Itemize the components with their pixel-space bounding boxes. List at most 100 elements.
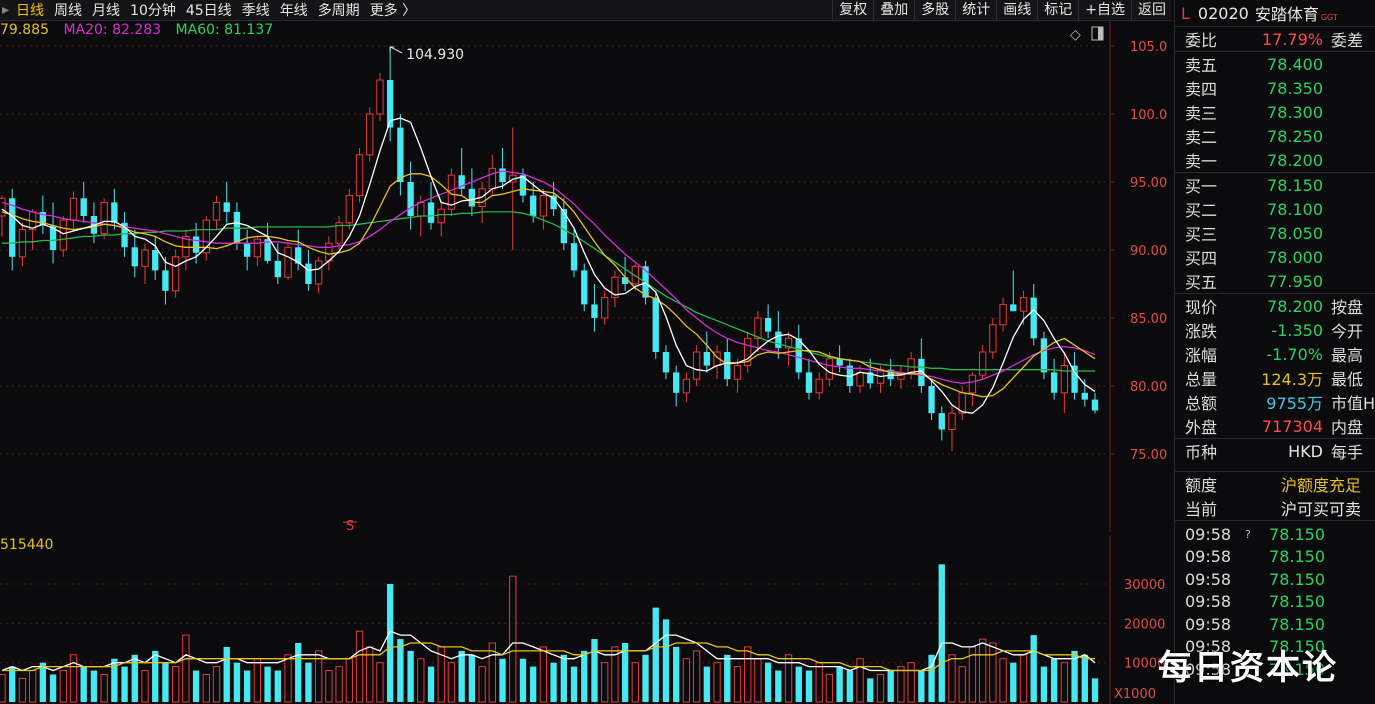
candle-body — [836, 358, 843, 366]
toolbar-action-0[interactable]: 复权 — [832, 0, 873, 20]
candle-body — [253, 238, 262, 258]
weibi-value: 17.79% — [1261, 29, 1323, 49]
candlestick-chart[interactable]: 105.0 100.0 95.00 90.00 85.00 80.00 75.00 104.… — [0, 22, 1172, 532]
buy-book: 买一 78.150 买二 78.100 买三 78.050 买四 78.000 买五 77.950 — [1175, 172, 1375, 293]
volume-bar — [458, 650, 465, 702]
tab-7[interactable]: 多周期 — [313, 0, 365, 20]
tab-6[interactable]: 年线 — [275, 0, 313, 20]
volume-bar — [397, 639, 404, 702]
volume-bar — [836, 666, 843, 702]
stat-4-value: 9755万 — [1266, 394, 1323, 413]
volume-bar — [744, 646, 752, 703]
candle-body — [417, 201, 425, 217]
tab-2[interactable]: 月线 — [87, 0, 125, 20]
stat-5: 外盘 717304 内盘 — [1175, 414, 1375, 438]
trade-row[interactable]: 09:58 78.150 — [1175, 568, 1375, 591]
candle-body — [397, 127, 404, 182]
buy-level-2-label: 买二 — [1185, 201, 1218, 220]
volume-bar — [958, 666, 966, 703]
diamond-icon[interactable]: ◇ — [1070, 27, 1081, 43]
volume-chart[interactable]: 300002000010000X1000 — [0, 536, 1172, 704]
stock-name: 安踏体育 — [1254, 5, 1319, 24]
candle-body — [171, 256, 180, 292]
candle-body — [212, 201, 221, 221]
trade-row[interactable]: 09:58? 78.150 — [1175, 523, 1375, 546]
volume-bar — [713, 662, 721, 703]
stat-4-label2: 市值H — [1331, 394, 1375, 413]
volume-bar — [499, 658, 506, 702]
volume-bar — [243, 670, 251, 702]
sell-level-3-value: 78.300 — [1267, 102, 1323, 122]
volume-bar — [80, 666, 87, 702]
toolbar-action-2[interactable]: 多股 — [914, 0, 955, 20]
volume-bar — [560, 654, 567, 702]
toolbar-action-7[interactable]: 返回 — [1131, 0, 1172, 20]
candle-body — [907, 358, 915, 373]
volume-bar — [825, 673, 834, 703]
candle-body — [581, 270, 588, 305]
toolbar-action-4[interactable]: 画线 — [996, 0, 1037, 20]
volume-bar — [18, 677, 27, 703]
candle-body — [999, 303, 1007, 326]
price-tick: 85.00 — [1130, 312, 1167, 327]
volume-bar — [182, 634, 190, 703]
toolbar-action-6[interactable]: +自选 — [1078, 0, 1131, 20]
toolbar-action-3[interactable]: 统计 — [955, 0, 996, 20]
candle-body — [0, 197, 6, 217]
volume-bar — [550, 662, 557, 702]
volume-bar — [733, 666, 742, 703]
candle-body — [989, 324, 997, 353]
tab-4[interactable]: 45日线 — [181, 0, 237, 20]
stat-5-label2: 内盘 — [1331, 418, 1364, 437]
stat-0-label2: 按盘 — [1331, 298, 1364, 317]
volume-bar — [999, 658, 1007, 703]
candle-body — [662, 352, 670, 373]
toolbar-action-1[interactable]: 叠加 — [873, 0, 914, 20]
current-value: 沪可买可卖 — [1281, 500, 1362, 519]
stat-3-label2: 最低 — [1331, 370, 1364, 389]
volume-bar — [28, 670, 37, 703]
toolbar-arrow-icon[interactable]: ▸ — [0, 2, 11, 18]
volume-bar — [815, 662, 823, 703]
stat-2-label2: 最高 — [1331, 346, 1364, 365]
volume-bar — [9, 666, 16, 702]
volume-bar — [519, 658, 527, 702]
candle-body — [1040, 338, 1048, 373]
volume-unit: X1000 — [1114, 687, 1156, 702]
candle-body — [682, 378, 691, 394]
tab-1[interactable]: 周线 — [49, 0, 87, 20]
buy-level-2-value: 78.100 — [1267, 199, 1323, 219]
volume-bar — [631, 662, 639, 703]
candle-body — [968, 374, 977, 394]
volume-bar — [530, 666, 537, 702]
candle-body — [18, 229, 27, 258]
stat-1: 涨跌 -1.350 今开 — [1175, 318, 1375, 342]
candle-body — [570, 243, 578, 271]
candle-body — [764, 318, 772, 332]
toolbar-action-5[interactable]: 标记 — [1037, 0, 1078, 20]
volume-bar — [856, 658, 864, 703]
stat-3-value: 124.3万 — [1261, 370, 1323, 389]
trade-row[interactable]: 09:58 78.150 — [1175, 591, 1375, 614]
volume-bar — [131, 654, 138, 702]
trade-time: 09:58 — [1185, 592, 1232, 612]
volume-bar — [887, 670, 894, 702]
tab-5[interactable]: 季线 — [237, 0, 275, 20]
candle-body — [141, 249, 149, 267]
tab-3[interactable]: 10分钟 — [125, 0, 181, 20]
high-pointer — [389, 46, 403, 54]
sell-level-3-label: 卖三 — [1185, 104, 1218, 123]
volume-bar — [978, 638, 987, 703]
tab-8[interactable]: 更多 〉 — [365, 0, 421, 20]
candle-body — [1091, 399, 1099, 411]
candle-body — [59, 219, 67, 251]
tab-0[interactable]: 日线 — [11, 0, 49, 20]
sell-level-1: 卖一 78.200 — [1175, 148, 1375, 172]
volume-bar — [162, 662, 169, 702]
trade-row[interactable]: 09:58 78.150 — [1175, 546, 1375, 569]
candle-body — [355, 154, 364, 197]
candle-body — [856, 371, 864, 387]
trade-row[interactable]: 09:58 78.150 — [1175, 613, 1375, 636]
sell-level-5-label: 卖五 — [1185, 56, 1218, 75]
volume-bar — [1040, 666, 1048, 702]
